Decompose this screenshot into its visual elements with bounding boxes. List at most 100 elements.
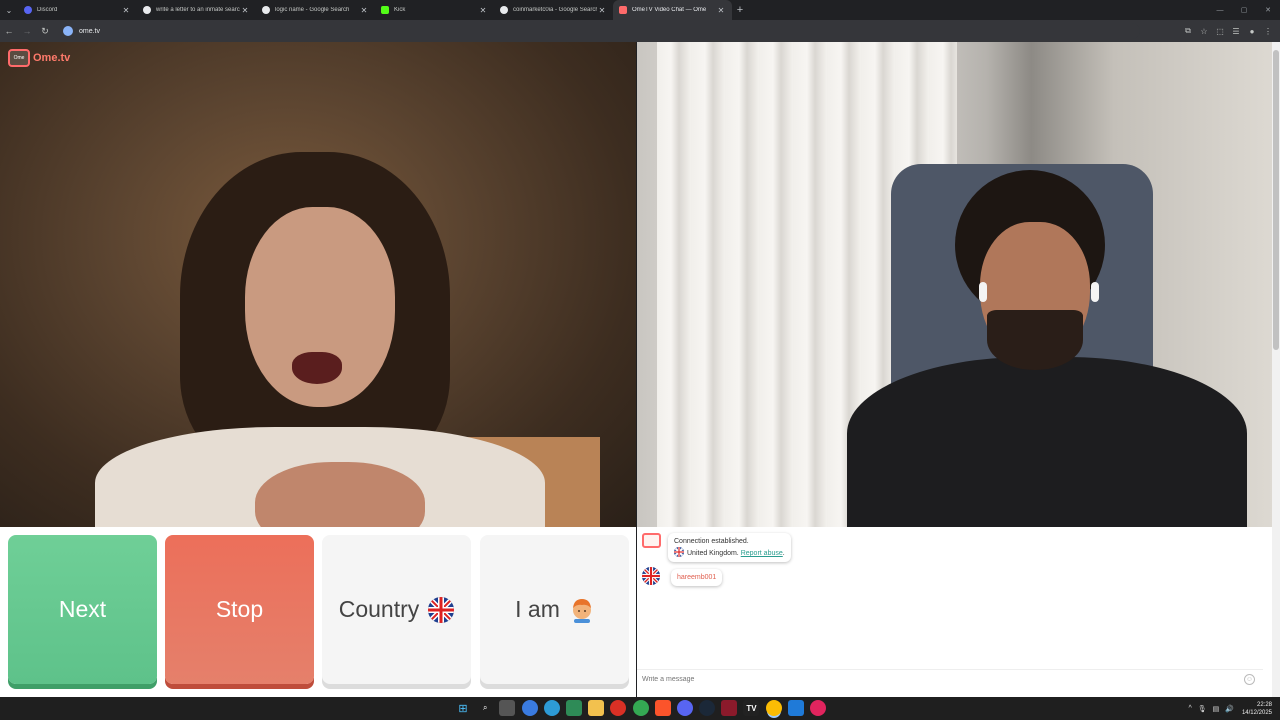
ometv-logo[interactable]: Ome Ome.tv	[8, 49, 70, 67]
tab-title: Discord	[37, 7, 58, 13]
tab-list-icon[interactable]: ☰	[1228, 27, 1244, 36]
kick-favicon-icon	[381, 6, 389, 14]
tab-close-icon[interactable]: ✕	[359, 6, 369, 15]
stranger-video-feed	[0, 42, 636, 527]
clock[interactable]: 22:28 14/12/2025	[1242, 701, 1272, 717]
steam-icon[interactable]	[699, 700, 716, 716]
tab-title: Kick	[394, 7, 406, 13]
clock-time: 22:28	[1256, 701, 1272, 708]
profile-avatar-icon[interactable]: ●	[1244, 27, 1260, 36]
tab-discord[interactable]: Discord ✕	[18, 0, 137, 20]
app-red-icon[interactable]	[721, 700, 738, 716]
tab-inmate-letter[interactable]: write a letter to an inmate searc ✕	[137, 0, 256, 20]
tab-title: coinmarketc0ia - Google Search	[513, 7, 597, 13]
uk-flag-icon	[674, 547, 684, 557]
tab-close-icon[interactable]: ✕	[121, 6, 131, 15]
scrollbar-thumb[interactable]	[1273, 50, 1279, 350]
network-icon[interactable]: ▤	[1213, 705, 1220, 713]
windows-taskbar: ⊞ ⌕ TV ^ 🎙 ▤ 🔊 22:28 14/12/2025	[0, 697, 1280, 720]
tray-chevron-icon[interactable]: ^	[1188, 705, 1191, 712]
site-info-icon[interactable]	[63, 26, 73, 36]
maximize-icon[interactable]: ▢	[1232, 6, 1256, 14]
tradingview-icon[interactable]: TV	[743, 700, 760, 716]
system-message-row: Connection established. United Kingdom. …	[642, 533, 791, 562]
iam-label: I am	[515, 596, 560, 622]
emoji-smiley-icon[interactable]: ☺	[1244, 674, 1255, 685]
task-view-icon[interactable]	[499, 700, 516, 716]
edge-icon[interactable]	[543, 700, 560, 716]
new-tab-button[interactable]: +	[732, 4, 748, 16]
menu-dots-icon[interactable]: ⋮	[1260, 27, 1276, 36]
photos-icon[interactable]	[787, 700, 804, 716]
earbud-left	[979, 282, 987, 302]
ometv-favicon-icon	[619, 6, 627, 14]
boy-avatar-icon	[570, 597, 594, 623]
tab-close-icon[interactable]: ✕	[478, 6, 488, 15]
clock-date: 14/12/2025	[1241, 709, 1272, 716]
reload-icon[interactable]: ↻	[36, 26, 54, 37]
tab-close-icon[interactable]: ✕	[597, 6, 607, 15]
tab-logic-name[interactable]: logic name - Google Search ✕	[256, 0, 375, 20]
google-favicon-icon	[262, 6, 270, 14]
page-scrollbar[interactable]	[1272, 42, 1280, 697]
search-icon[interactable]: ⌕	[477, 700, 493, 716]
chrome-active-icon[interactable]	[765, 700, 782, 716]
uk-flag-icon	[642, 567, 660, 585]
person-body	[847, 357, 1247, 527]
person-beard	[987, 310, 1083, 370]
country-label: Country	[338, 596, 420, 622]
toolbar-actions: ⧉ ☆ ⬚ ☰ ● ⋮	[1180, 20, 1276, 42]
stranger-country-text: United Kingdom.	[687, 550, 739, 557]
copilot-icon[interactable]	[521, 700, 538, 716]
ometv-logo-icon: Ome	[8, 49, 30, 67]
tab-search-icon[interactable]: ⌄	[0, 0, 18, 20]
windows-start-icon[interactable]: ⊞	[455, 700, 471, 716]
discord-icon[interactable]	[676, 700, 693, 716]
app-record-icon[interactable]	[810, 700, 826, 716]
stop-button[interactable]: Stop	[165, 535, 314, 684]
report-abuse-link[interactable]: Report abuse	[741, 550, 783, 557]
earbud-right	[1091, 282, 1099, 302]
tab-title: logic name - Google Search	[275, 7, 350, 13]
taskbar-apps: ⊞ ⌕ TV	[455, 700, 832, 716]
volume-icon[interactable]: 🔊	[1225, 705, 1234, 713]
tab-close-icon[interactable]: ✕	[240, 6, 250, 15]
google-favicon-icon	[500, 6, 508, 14]
tab-title: OmeTV Video Chat — Ome	[632, 7, 707, 13]
message-text: hareemb001	[677, 574, 717, 581]
back-icon[interactable]: ←	[0, 26, 18, 36]
address-bar[interactable]: ome.tv	[60, 23, 1140, 39]
system-tray: ^ 🎙 ▤ 🔊 22:28 14/12/2025	[1182, 697, 1272, 720]
country-line: United Kingdom. Report abuse.	[674, 547, 785, 559]
brave-icon[interactable]	[654, 700, 671, 716]
google-favicon-icon	[143, 6, 151, 14]
gender-button[interactable]: I am	[480, 535, 629, 684]
forward-icon[interactable]: →	[18, 26, 36, 36]
tab-kick[interactable]: Kick ✕	[375, 0, 494, 20]
message-input[interactable]	[642, 676, 1232, 683]
chat-message-bubble: hareemb001	[671, 569, 723, 586]
chat-panel: Connection established. United Kingdom. …	[637, 527, 1272, 697]
chat-input-area: ☺	[637, 669, 1263, 689]
cast-icon[interactable]: ⧉	[1180, 26, 1196, 36]
person-mouth	[292, 352, 342, 384]
tab-close-icon[interactable]: ✕	[716, 6, 726, 15]
next-button[interactable]: Next	[8, 535, 157, 684]
connection-status-text: Connection established.	[674, 538, 749, 545]
teams-icon[interactable]	[565, 700, 582, 716]
chat-message-row: hareemb001	[642, 567, 723, 586]
tab-title: write a letter to an inmate searc	[156, 7, 240, 13]
bookmark-star-icon[interactable]: ☆	[1196, 27, 1212, 36]
tab-coinmarket[interactable]: coinmarketc0ia - Google Search ✕	[494, 0, 613, 20]
close-window-icon[interactable]: ✕	[1256, 6, 1280, 14]
chrome-icon[interactable]	[610, 700, 627, 716]
next-label: Next	[58, 596, 107, 622]
microphone-icon[interactable]: 🎙	[1198, 705, 1207, 713]
chrome-alt-icon[interactable]	[632, 700, 649, 716]
extensions-icon[interactable]: ⬚	[1212, 27, 1228, 36]
country-button[interactable]: Country	[322, 535, 471, 684]
minimize-icon[interactable]: —	[1208, 7, 1232, 14]
tab-ometv[interactable]: OmeTV Video Chat — Ome ✕	[613, 0, 732, 20]
stop-label: Stop	[215, 596, 264, 622]
file-explorer-icon[interactable]	[588, 700, 605, 716]
